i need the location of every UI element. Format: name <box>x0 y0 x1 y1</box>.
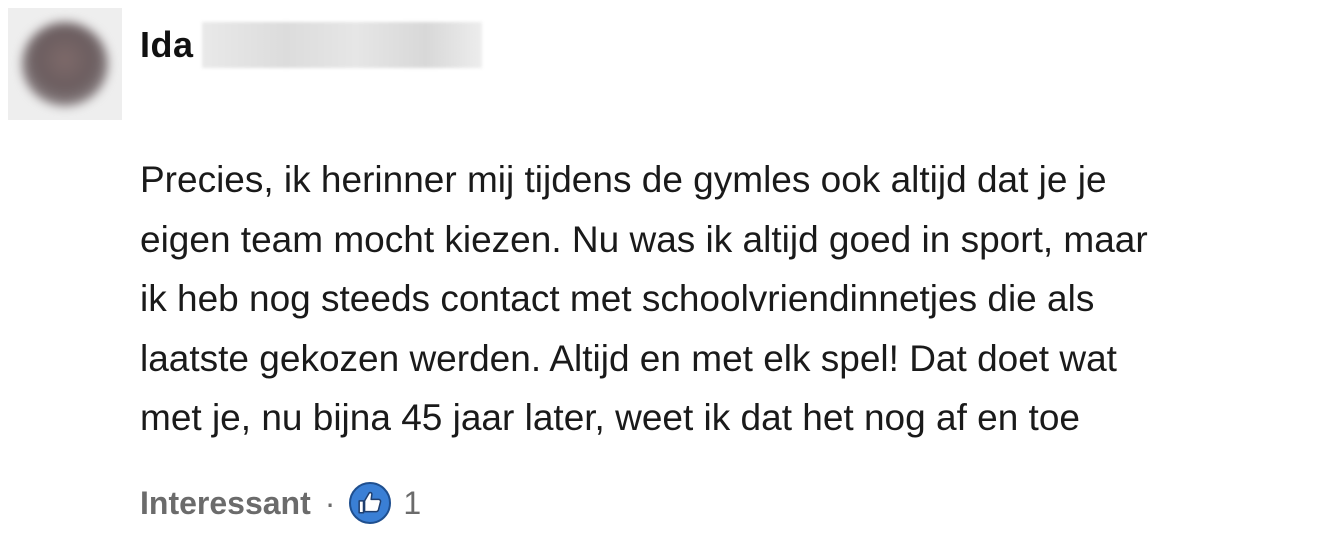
comment-line: laatste gekozen werden. Altijd en met el… <box>140 337 1117 379</box>
avatar[interactable] <box>8 8 122 120</box>
reaction-count[interactable]: 1 <box>403 485 421 522</box>
comment-line: eigen team mocht kiezen. Nu was ik altij… <box>140 218 1148 260</box>
separator-dot: · <box>324 484 336 521</box>
redacted-last-name <box>201 22 482 68</box>
comment-line: ik heb nog steeds contact met schoolvrie… <box>140 278 1095 319</box>
comment-text: Precies, ik herinner mij tijdens de gyml… <box>140 150 1334 448</box>
avatar-image <box>22 22 108 106</box>
comment-footer: Interessant · 1 <box>140 478 421 528</box>
comment-line: met je, nu bijna 45 jaar later, weet ik … <box>140 397 1080 438</box>
thumbs-up-icon[interactable] <box>349 482 392 524</box>
thumbs-up-glyph <box>358 491 382 514</box>
author-name[interactable]: Ida <box>140 22 482 68</box>
react-interessant-button[interactable]: Interessant <box>140 485 311 522</box>
author-first-name[interactable]: Ida <box>140 24 194 66</box>
comment-line: Precies, ik herinner mij tijdens de gyml… <box>140 159 1107 200</box>
